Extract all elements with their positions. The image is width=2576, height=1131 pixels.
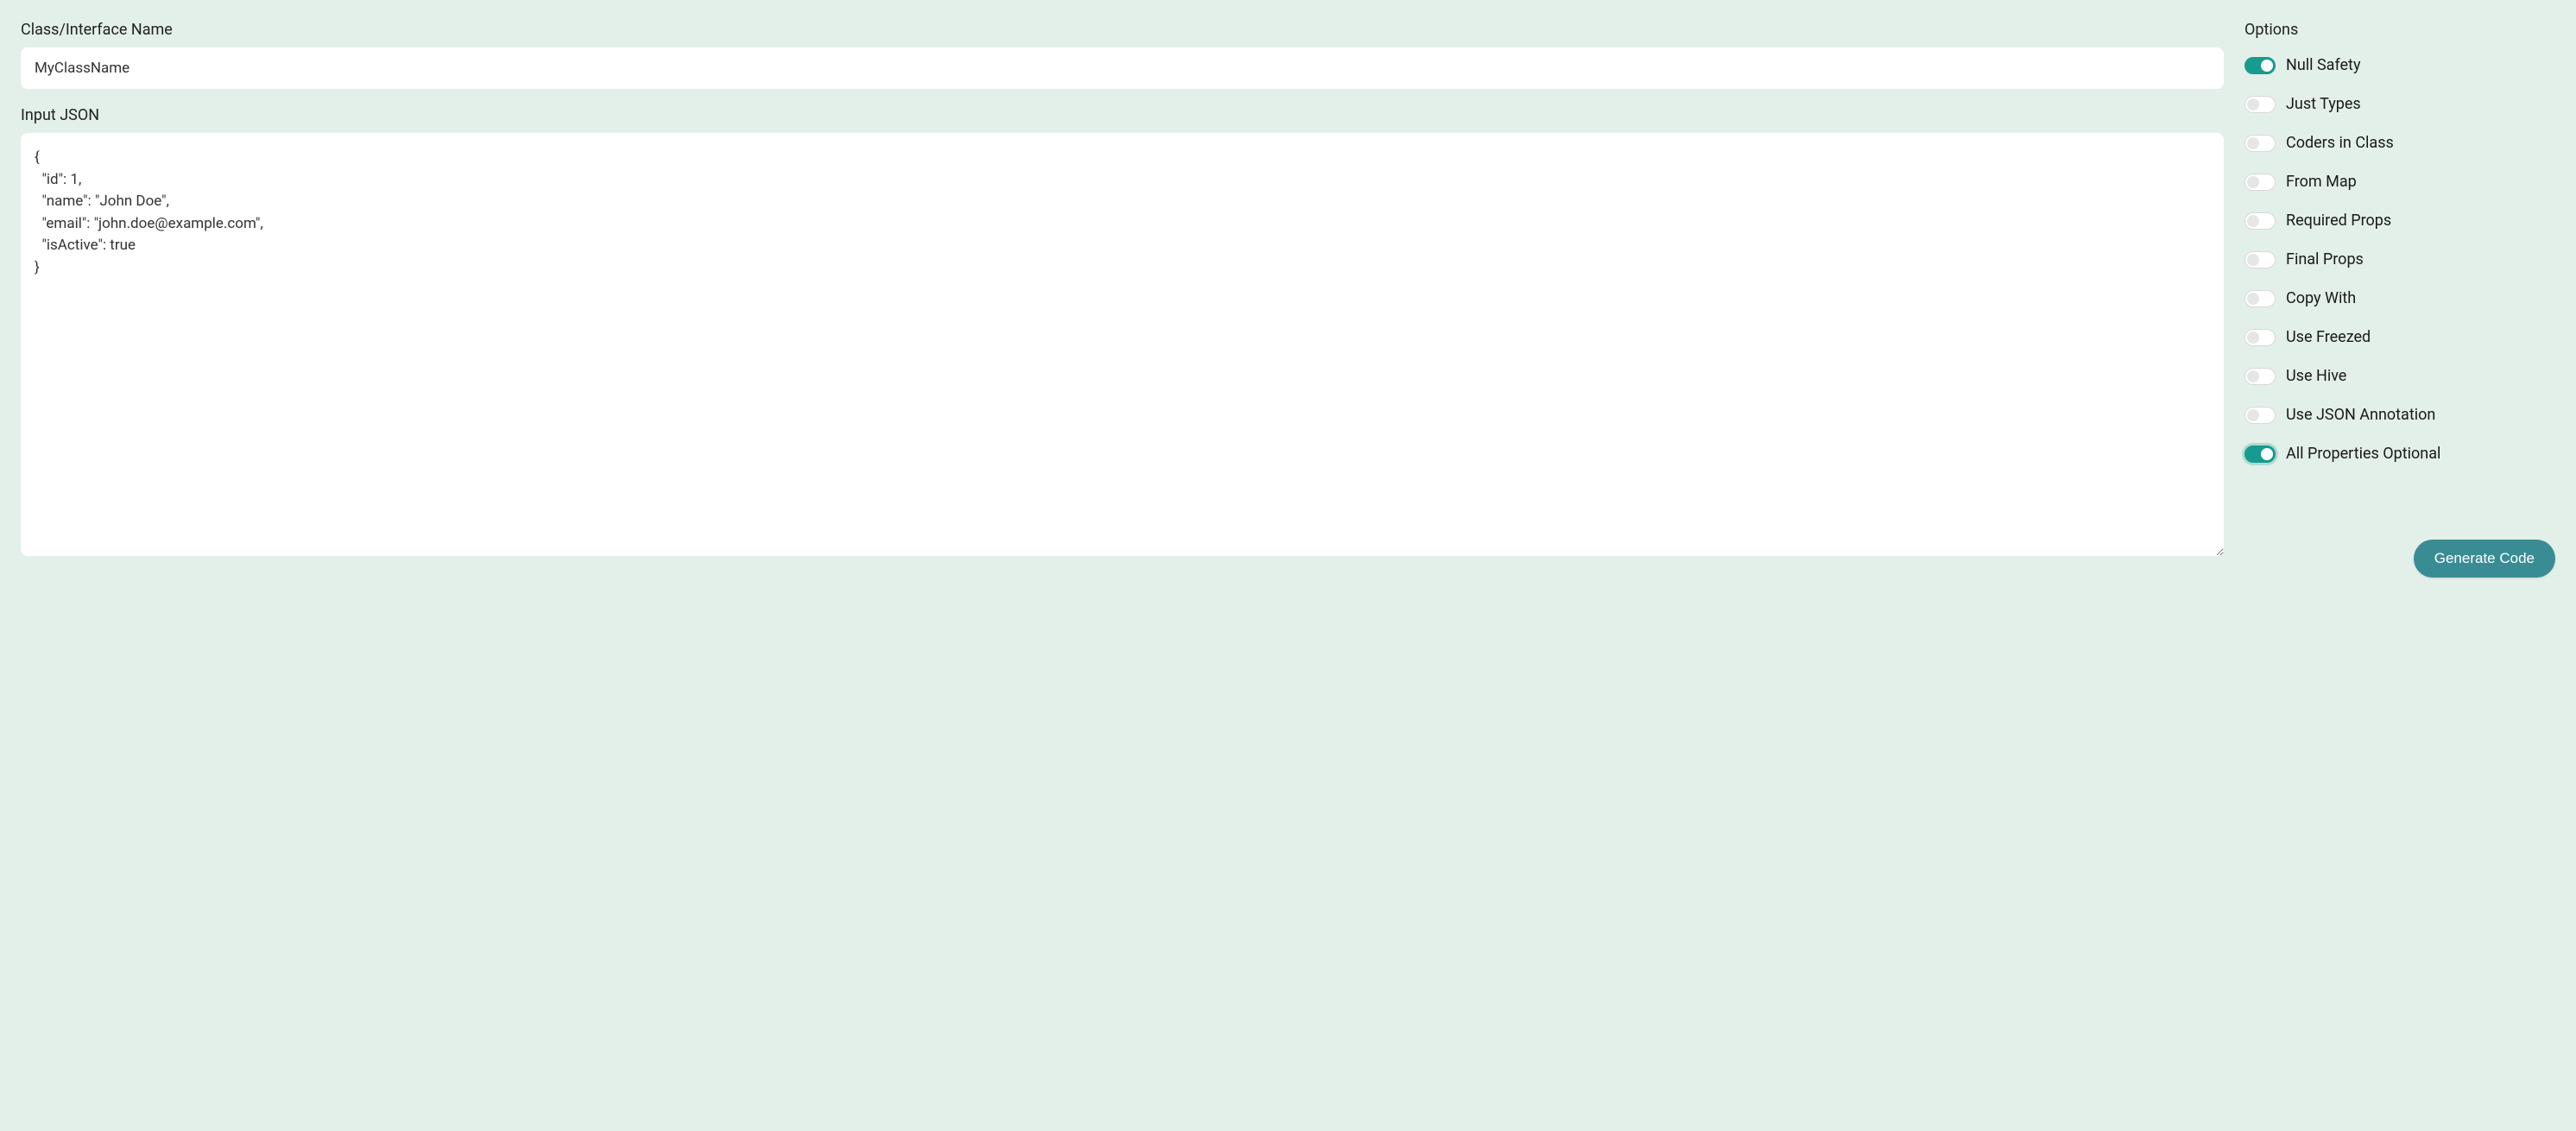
toggle-knob	[2247, 254, 2259, 266]
toggle-row-null-safety: Null Safety	[2245, 56, 2555, 74]
toggle-label-null-safety: Null Safety	[2286, 56, 2360, 74]
toggle-label-just-types: Just Types	[2286, 95, 2361, 113]
class-name-input[interactable]	[21, 47, 2224, 89]
toggle-label-use-freezed: Use Freezed	[2286, 328, 2371, 346]
toggle-label-copy-with: Copy With	[2286, 289, 2356, 307]
toggle-knob	[2261, 60, 2273, 72]
toggle-label-all-properties-optional: All Properties Optional	[2286, 445, 2440, 463]
toggle-label-required-props: Required Props	[2286, 212, 2391, 230]
toggle-from-map[interactable]	[2245, 174, 2276, 191]
left-column: Class/Interface Name Input JSON	[21, 21, 2224, 578]
toggle-label-use-json-annotation: Use JSON Annotation	[2286, 406, 2435, 424]
class-name-label: Class/Interface Name	[21, 21, 2224, 39]
toggle-knob	[2247, 370, 2259, 382]
toggle-knob	[2247, 332, 2259, 344]
toggle-label-use-hive: Use Hive	[2286, 367, 2346, 385]
toggle-row-coders-in-class: Coders in Class	[2245, 134, 2555, 152]
toggle-row-all-properties-optional: All Properties Optional	[2245, 445, 2555, 463]
class-name-group: Class/Interface Name	[21, 21, 2224, 89]
toggle-final-props[interactable]	[2245, 251, 2276, 269]
toggle-required-props[interactable]	[2245, 212, 2276, 230]
toggle-use-freezed[interactable]	[2245, 329, 2276, 346]
toggle-knob	[2247, 98, 2259, 111]
toggle-knob	[2247, 137, 2259, 149]
generate-code-button[interactable]: Generate Code	[2414, 540, 2555, 578]
toggle-row-copy-with: Copy With	[2245, 289, 2555, 307]
toggle-use-hive[interactable]	[2245, 368, 2276, 385]
toggle-knob	[2247, 215, 2259, 227]
toggle-row-final-props: Final Props	[2245, 250, 2555, 269]
main-container: Class/Interface Name Input JSON Options …	[21, 21, 2555, 578]
options-panel: Options Null Safety Just Types Coders in C…	[2245, 21, 2555, 578]
toggle-coders-in-class[interactable]	[2245, 135, 2276, 152]
toggle-label-final-props: Final Props	[2286, 250, 2364, 269]
toggle-use-json-annotation[interactable]	[2245, 407, 2276, 424]
toggle-knob	[2261, 448, 2273, 460]
toggle-knob	[2247, 409, 2259, 421]
toggle-just-types[interactable]	[2245, 96, 2276, 113]
toggle-row-use-hive: Use Hive	[2245, 367, 2555, 385]
options-list: Null Safety Just Types Coders in Class From…	[2245, 56, 2555, 483]
toggle-row-just-types: Just Types	[2245, 95, 2555, 113]
input-json-label: Input JSON	[21, 106, 2224, 124]
toggle-knob	[2247, 176, 2259, 188]
options-title: Options	[2245, 21, 2555, 39]
toggle-label-coders-in-class: Coders in Class	[2286, 134, 2394, 152]
toggle-null-safety[interactable]	[2245, 57, 2276, 74]
toggle-row-use-freezed: Use Freezed	[2245, 328, 2555, 346]
toggle-all-properties-optional[interactable]	[2245, 445, 2276, 463]
input-json-group: Input JSON	[21, 106, 2224, 560]
input-json-textarea[interactable]	[21, 133, 2224, 556]
toggle-row-use-json-annotation: Use JSON Annotation	[2245, 406, 2555, 424]
toggle-row-from-map: From Map	[2245, 173, 2555, 191]
toggle-row-required-props: Required Props	[2245, 212, 2555, 230]
toggle-knob	[2247, 293, 2259, 305]
toggle-copy-with[interactable]	[2245, 290, 2276, 307]
toggle-label-from-map: From Map	[2286, 173, 2357, 191]
